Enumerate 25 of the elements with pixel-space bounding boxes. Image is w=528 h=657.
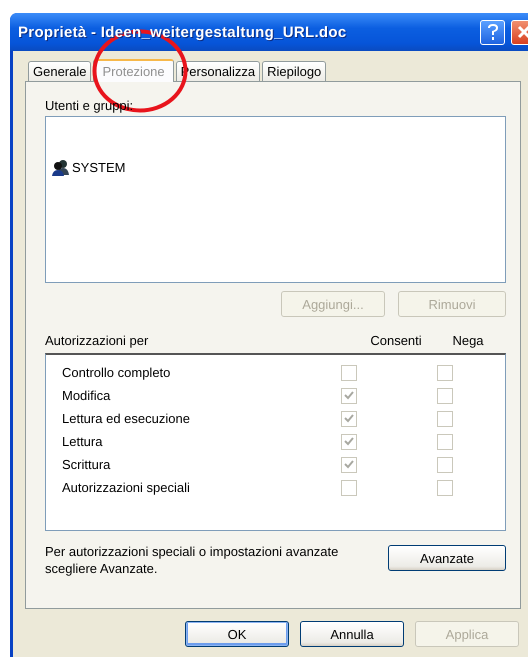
permission-name: Lettura: [62, 434, 104, 449]
permissions-label: Autorizzazioni per: [45, 333, 150, 350]
advanced-button[interactable]: Avanzate: [388, 545, 506, 571]
permission-name: Controllo completo: [62, 365, 172, 380]
dialog-button[interactable]: OK: [185, 621, 289, 647]
column-header: Consenti: [369, 333, 423, 350]
check-icon: [344, 437, 354, 446]
dialog-button[interactable]: Annulla: [300, 621, 404, 647]
users-list[interactable]: SYSTEM: [45, 116, 506, 283]
close-icon: [516, 25, 528, 39]
check-icon: [344, 391, 354, 400]
check-icon: [344, 414, 354, 423]
permission-name: Lettura ed esecuzione: [62, 411, 191, 426]
column-header: Nega: [451, 333, 485, 350]
permission-name: Autorizzazioni speciali: [62, 480, 191, 495]
users-icon: [52, 159, 70, 176]
permission-name: Scrittura: [62, 457, 112, 472]
question-icon: [486, 23, 500, 41]
permission-name: Modifica: [62, 388, 112, 403]
help-button[interactable]: [480, 20, 505, 44]
check-icon: [344, 460, 354, 469]
user-name[interactable]: SYSTEM: [72, 160, 126, 175]
tab[interactable]: Riepilogo: [262, 61, 326, 81]
advanced-note: Per autorizzazioni speciali o impostazioni avanzate scegliere Avanzate.: [45, 543, 340, 577]
tab[interactable]: Generale: [28, 61, 92, 81]
